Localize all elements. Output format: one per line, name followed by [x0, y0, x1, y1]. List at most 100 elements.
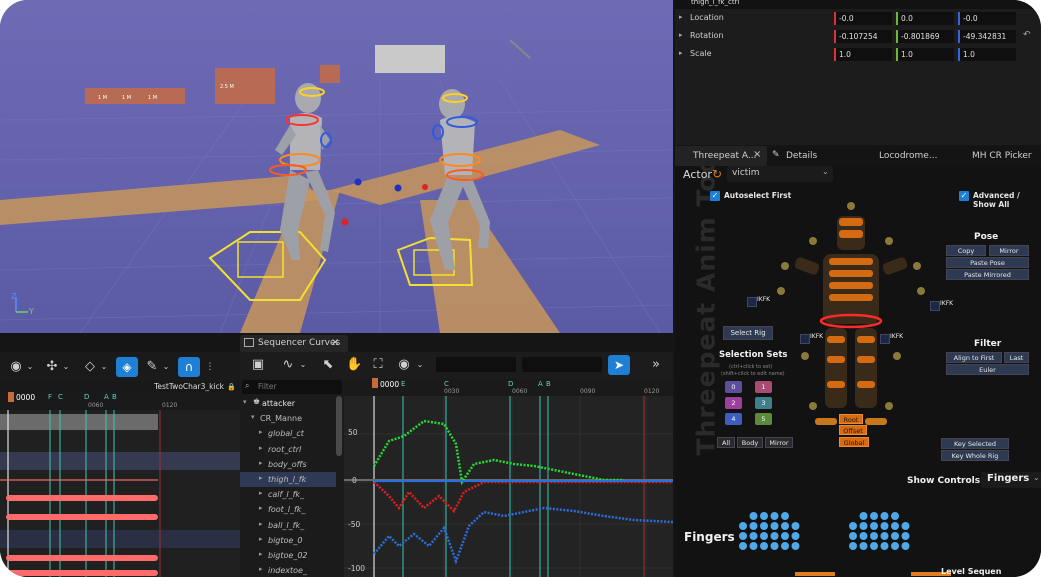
- selection-set-0[interactable]: 0: [725, 381, 742, 393]
- finger-control[interactable]: [791, 522, 800, 530]
- tab-sequencer-curves[interactable]: Sequencer Curves ×: [240, 335, 348, 352]
- finger-control[interactable]: [770, 542, 779, 550]
- offset-control-button[interactable]: Offset: [839, 425, 867, 435]
- finger-control[interactable]: [849, 532, 857, 540]
- outliner-row[interactable]: ▸ global_ct: [240, 426, 336, 441]
- finger-control[interactable]: [749, 512, 758, 520]
- outliner-row[interactable]: ▸ indextoe_: [240, 563, 336, 577]
- select-rig-button[interactable]: Select Rig: [723, 326, 773, 340]
- playhead-handle[interactable]: [372, 378, 378, 388]
- finger-control[interactable]: [739, 522, 747, 530]
- chevron-down-icon[interactable]: ⌄: [58, 360, 74, 374]
- ikfk-toggle[interactable]: [747, 297, 757, 307]
- finger-control[interactable]: [870, 532, 878, 540]
- finger-control[interactable]: [901, 542, 910, 550]
- curves-time-ruler[interactable]: 0000 E C D A B 0030 0060 0090 0120: [344, 378, 673, 396]
- outliner-scrollbar[interactable]: [336, 396, 342, 456]
- refresh-icon[interactable]: ↻: [712, 167, 722, 181]
- finger-control[interactable]: [891, 522, 899, 530]
- outliner-row[interactable]: ▸ body_offs: [240, 457, 336, 472]
- details-value-x[interactable]: -0.0: [834, 12, 892, 25]
- close-icon[interactable]: ×: [331, 337, 339, 348]
- key-whole-rig-button[interactable]: Key Whole Rig: [941, 450, 1009, 461]
- chevron-right-icon[interactable]: ▸: [259, 489, 263, 497]
- chevron-down-icon[interactable]: ▾: [251, 413, 255, 421]
- ikfk-toggle[interactable]: [800, 334, 810, 344]
- chevron-right-icon[interactable]: ▸: [259, 520, 263, 528]
- eye-icon[interactable]: ◉: [396, 358, 412, 372]
- chevron-down-icon[interactable]: ⌄: [295, 358, 311, 372]
- outliner-row[interactable]: ▸ ball_l_fk_: [240, 518, 336, 533]
- selection-set-4[interactable]: 4: [725, 413, 742, 425]
- chevron-down-icon[interactable]: ⌄: [158, 360, 174, 374]
- finger-control[interactable]: [781, 512, 789, 520]
- outliner-row[interactable]: ▾ ♚ attacker: [240, 396, 336, 411]
- finger-control[interactable]: [880, 512, 889, 520]
- sequence-timeline[interactable]: 0000 F C D A B 0060 0120: [0, 392, 240, 577]
- tab-locodrome[interactable]: Locodrome...: [879, 151, 937, 161]
- tab-details[interactable]: Details: [786, 151, 817, 161]
- filter-box[interactable]: ⌕ Filter: [242, 380, 342, 394]
- details-value-z[interactable]: -0.0: [958, 12, 1016, 25]
- magnet-icon[interactable]: ∩: [178, 357, 200, 377]
- ikfk-toggle[interactable]: [930, 301, 940, 311]
- actor-dropdown[interactable]: victim ⌄: [727, 166, 833, 182]
- mirror-button[interactable]: Mirror: [989, 245, 1029, 256]
- selection-set-3[interactable]: 3: [755, 397, 772, 409]
- selection-set-2[interactable]: 2: [725, 397, 742, 409]
- value-field[interactable]: [522, 357, 602, 372]
- finger-control[interactable]: [859, 512, 868, 520]
- chevron-right-icon[interactable]: ▸: [259, 565, 263, 573]
- cursor-icon[interactable]: ➤: [608, 355, 630, 375]
- finger-control[interactable]: [781, 532, 789, 540]
- curve-red[interactable]: [373, 480, 673, 514]
- euler-button[interactable]: Euler: [946, 364, 1029, 375]
- curve-editor-graph[interactable]: 0000 E C D A B 0030 0060 0090 0120 50 0 …: [344, 378, 673, 577]
- finger-control[interactable]: [859, 522, 868, 530]
- finger-control[interactable]: [891, 512, 899, 520]
- curve-icon[interactable]: ∿: [280, 358, 296, 372]
- finger-control[interactable]: [781, 522, 789, 530]
- global-control-button[interactable]: Global: [839, 437, 869, 447]
- select-body-button[interactable]: Body: [737, 437, 763, 448]
- copy-button[interactable]: Copy: [946, 245, 986, 256]
- details-value-x[interactable]: -0.107254: [834, 30, 892, 43]
- ikfk-toggle[interactable]: [880, 334, 890, 344]
- align-to-first-button[interactable]: Align to First: [946, 352, 1002, 363]
- details-value-y[interactable]: 1.0: [896, 48, 954, 61]
- chevron-down-icon[interactable]: ⌄: [412, 358, 428, 372]
- finger-control[interactable]: [849, 522, 857, 530]
- curve-green[interactable]: [372, 419, 624, 486]
- finger-control[interactable]: [901, 532, 910, 540]
- finger-control[interactable]: [870, 512, 878, 520]
- finger-control[interactable]: [760, 542, 768, 550]
- finger-control[interactable]: [770, 522, 779, 530]
- finger-control[interactable]: [739, 532, 747, 540]
- more-icon[interactable]: ⋮: [202, 360, 218, 374]
- outliner-row[interactable]: ▸ foot_l_fk_: [240, 502, 336, 517]
- tab-mh-cr-picker[interactable]: MH CR Picker: [972, 151, 1032, 161]
- select-all-button[interactable]: All: [717, 437, 735, 448]
- outliner-row[interactable]: ▾ CR_Manne: [240, 411, 336, 426]
- chevron-right-icon[interactable]: ▸: [259, 535, 263, 543]
- chevron-right-icon[interactable]: ▸: [679, 13, 683, 21]
- chevron-right-icon[interactable]: ▸: [259, 459, 263, 467]
- chevron-right-icon[interactable]: ▸: [679, 49, 683, 57]
- finger-control[interactable]: [760, 532, 768, 540]
- finger-control[interactable]: [749, 522, 758, 530]
- reset-icon[interactable]: ↶: [1023, 30, 1031, 40]
- outliner-row[interactable]: ▸ bigtoe_0: [240, 533, 336, 548]
- finger-control[interactable]: [791, 542, 800, 550]
- outliner-row[interactable]: ▸ root_ctrl: [240, 442, 336, 457]
- finger-control[interactable]: [880, 542, 889, 550]
- chevron-right-icon[interactable]: ▸: [259, 474, 263, 482]
- curve-blue[interactable]: [373, 506, 673, 565]
- key-selected-button[interactable]: Key Selected: [941, 438, 1009, 449]
- finger-control[interactable]: [770, 532, 779, 540]
- show-controls-dropdown[interactable]: Fingers ⌄: [981, 472, 1041, 488]
- finger-control[interactable]: [739, 542, 747, 550]
- selection-set-5[interactable]: 5: [755, 413, 772, 425]
- playhead-handle[interactable]: [8, 392, 14, 402]
- chevron-right-icon[interactable]: ▸: [259, 550, 263, 558]
- finger-control[interactable]: [891, 532, 899, 540]
